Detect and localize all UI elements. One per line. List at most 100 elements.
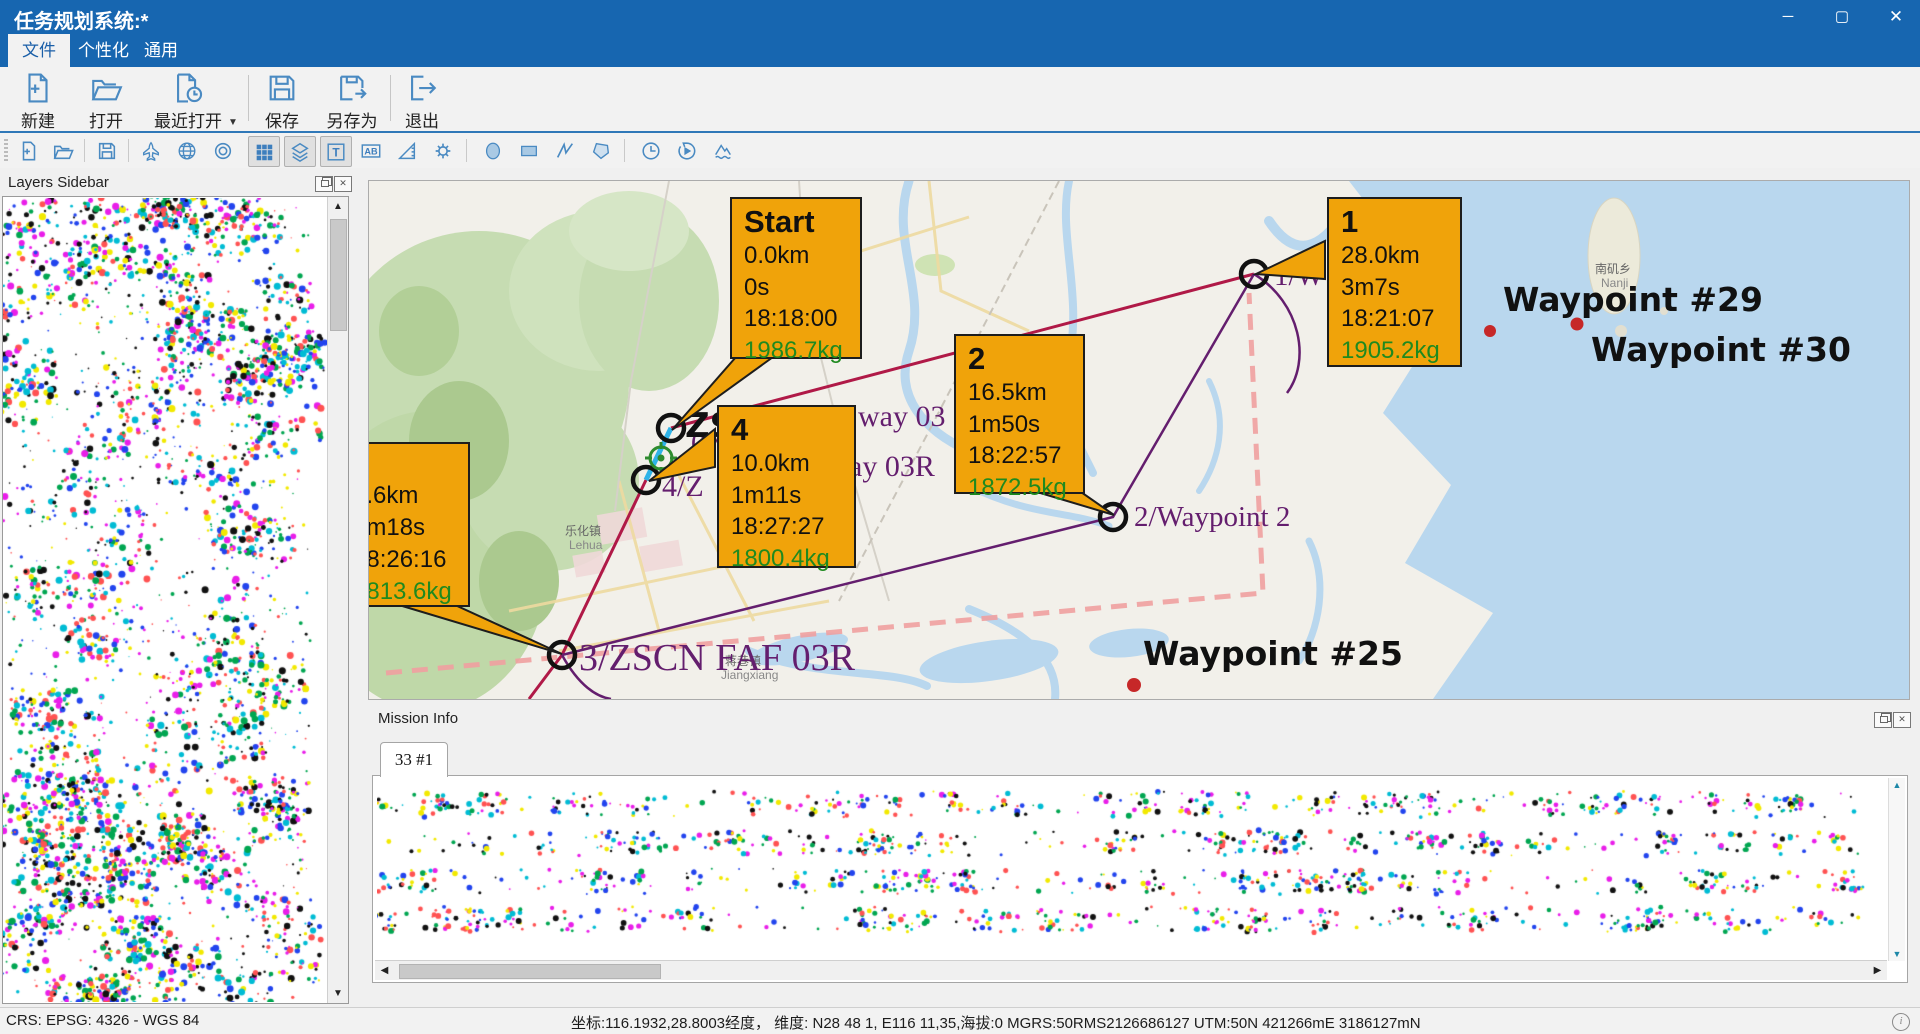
waypoint-29-label: Waypoint #29 bbox=[1503, 280, 1763, 319]
tb-label-icon[interactable]: AB bbox=[356, 136, 386, 165]
menu-bar: 文件 个性化 通用 bbox=[0, 34, 1920, 67]
tb-ellipse-icon[interactable] bbox=[478, 136, 508, 165]
callout-distance: 9.6km bbox=[368, 480, 458, 512]
waypoint-dot[interactable] bbox=[1484, 325, 1496, 337]
tb-save-icon[interactable] bbox=[92, 136, 122, 165]
callout-start[interactable]: Start 0.0km 0s 18:18:00 1986.7kg bbox=[730, 197, 862, 359]
tb-open-folder-icon[interactable] bbox=[48, 136, 78, 165]
close-button[interactable]: ✕ bbox=[1874, 0, 1918, 33]
callout-title: Start bbox=[744, 204, 850, 240]
callout-fuel: 1872.5kg bbox=[968, 472, 1073, 504]
scroll-left-icon[interactable]: ◀ bbox=[375, 961, 394, 980]
scroll-right-icon[interactable]: ▶ bbox=[1868, 961, 1887, 980]
save-button[interactable]: 保存 bbox=[265, 71, 299, 132]
waypoint-30-label: Waypoint #30 bbox=[1591, 330, 1851, 369]
tb-new-file-icon[interactable] bbox=[14, 136, 44, 165]
tab-file[interactable]: 文件 bbox=[8, 34, 70, 67]
scroll-up-icon[interactable]: ▲ bbox=[328, 197, 348, 216]
callout-duration: 1m50s bbox=[968, 409, 1073, 441]
mission-hscroll[interactable]: ◀ ▶ bbox=[375, 960, 1887, 980]
callout-3[interactable]: 9.6km 1m18s 18:26:16 1813.6kg bbox=[368, 442, 470, 607]
callout-title: 1 bbox=[1341, 204, 1450, 240]
tb-replay-icon[interactable] bbox=[672, 136, 702, 165]
ribbon-separator bbox=[390, 75, 391, 121]
minimize-button[interactable]: ─ bbox=[1766, 0, 1810, 33]
svg-text:way 03: way 03 bbox=[858, 400, 945, 433]
float-panel-icon[interactable] bbox=[1874, 712, 1892, 728]
tb-aircraft-icon[interactable] bbox=[136, 136, 166, 165]
mission-table[interactable]: ▲ ▼ ◀ ▶ bbox=[372, 775, 1908, 983]
layers-sidebar-title: Layers Sidebar bbox=[8, 174, 109, 191]
save-as-label: 另存为 bbox=[327, 107, 378, 132]
close-panel-icon[interactable]: ✕ bbox=[1893, 712, 1911, 728]
recent-file-icon bbox=[171, 71, 205, 105]
toolbar-grip[interactable] bbox=[4, 139, 8, 163]
svg-text:Lehua: Lehua bbox=[569, 538, 603, 552]
exit-label: 退出 bbox=[405, 107, 439, 132]
save-as-button[interactable]: 另存为 bbox=[327, 71, 378, 132]
tb-layers-toggle[interactable] bbox=[284, 136, 316, 167]
callout-2[interactable]: 2 16.5km 1m50s 18:22:57 1872.5kg bbox=[954, 334, 1085, 494]
layers-list[interactable]: ▲ ▼ bbox=[2, 196, 349, 1004]
toolbar-separator bbox=[624, 139, 625, 162]
tb-terrain-icon[interactable] bbox=[708, 136, 738, 165]
scroll-down-icon[interactable]: ▼ bbox=[1889, 947, 1905, 961]
save-label: 保存 bbox=[265, 107, 299, 132]
scroll-up-icon[interactable]: ▲ bbox=[1889, 778, 1905, 792]
scroll-down-icon[interactable]: ▼ bbox=[328, 984, 348, 1003]
mission-tab[interactable]: 33 #1 bbox=[380, 742, 448, 777]
svg-text:ay 03R: ay 03R bbox=[849, 450, 935, 483]
tb-polygon-icon[interactable] bbox=[586, 136, 616, 165]
new-file-icon bbox=[21, 71, 55, 105]
callout-distance: 10.0km bbox=[731, 448, 844, 480]
layers-redacted-content bbox=[3, 198, 327, 1002]
tb-measure-icon[interactable] bbox=[392, 136, 422, 165]
map-view[interactable]: 南矶乡 Nanji 乐化镇 Lehua 蒋巷镇 Jiangxiang Waypo… bbox=[368, 180, 1910, 700]
callout-title: 4 bbox=[731, 412, 844, 448]
tab-general[interactable]: 通用 bbox=[130, 34, 192, 67]
tb-target-icon[interactable] bbox=[208, 136, 238, 165]
scroll-thumb[interactable] bbox=[330, 219, 347, 331]
tb-globe-icon[interactable] bbox=[172, 136, 202, 165]
open-button[interactable]: 打开 bbox=[89, 71, 123, 132]
callout-duration: 3m7s bbox=[1341, 272, 1450, 304]
new-button[interactable]: 新建 bbox=[21, 71, 55, 132]
toolbar-separator bbox=[84, 139, 85, 162]
scroll-thumb[interactable] bbox=[399, 964, 661, 979]
waypoint-dot[interactable] bbox=[1127, 678, 1141, 692]
callout-distance: 0.0km bbox=[744, 240, 850, 272]
tb-polyline-icon[interactable] bbox=[550, 136, 580, 165]
callout-4[interactable]: 4 10.0km 1m11s 18:27:27 1800.4kg bbox=[717, 405, 856, 568]
mission-vscroll[interactable]: ▲ ▼ bbox=[1888, 778, 1905, 961]
exit-button[interactable]: 退出 bbox=[405, 71, 439, 132]
info-icon[interactable]: i bbox=[1892, 1013, 1910, 1031]
svg-text:3/ZSCN FAF 03R: 3/ZSCN FAF 03R bbox=[579, 637, 856, 679]
sidebar-scrollbar[interactable]: ▲ ▼ bbox=[327, 197, 348, 1003]
svg-text:AB: AB bbox=[364, 146, 378, 156]
application-window: 任务规划系统:* ─ ▢ ✕ 文件 个性化 通用 新建 打开 bbox=[0, 0, 1920, 1034]
callout-duration: 1m18s bbox=[368, 512, 458, 544]
close-panel-icon[interactable]: ✕ bbox=[334, 176, 352, 192]
tb-clock-icon[interactable] bbox=[636, 136, 666, 165]
maximize-button[interactable]: ▢ bbox=[1820, 0, 1864, 33]
tb-settings-icon[interactable] bbox=[428, 136, 458, 165]
map-canvas: 南矶乡 Nanji 乐化镇 Lehua 蒋巷镇 Jiangxiang Waypo… bbox=[369, 181, 1909, 699]
window-title: 任务规划系统:* bbox=[14, 5, 148, 34]
svg-text:2/Waypoint 2: 2/Waypoint 2 bbox=[1134, 501, 1290, 533]
svg-text:T: T bbox=[332, 145, 340, 159]
recent-dropdown-arrow[interactable]: ▼ bbox=[228, 117, 238, 128]
tb-grid-toggle[interactable] bbox=[248, 136, 280, 167]
waypoint-25-label: Waypoint #25 bbox=[1143, 634, 1403, 673]
tb-rectangle-icon[interactable] bbox=[514, 136, 544, 165]
callout-title: 2 bbox=[968, 341, 1073, 377]
callout-fuel: 1800.4kg bbox=[731, 543, 844, 575]
recent-open-button[interactable]: 最近打开 bbox=[154, 71, 222, 132]
title-bar: 任务规划系统:* ─ ▢ ✕ bbox=[0, 0, 1920, 34]
save-as-icon bbox=[335, 71, 369, 105]
callout-time: 18:22:57 bbox=[968, 440, 1073, 472]
tb-text-toggle[interactable]: T bbox=[320, 136, 352, 167]
waypoint-dot[interactable] bbox=[1571, 318, 1584, 331]
float-panel-icon[interactable] bbox=[315, 176, 333, 192]
ribbon: 新建 打开 最近打开 ▼ 保存 bbox=[0, 67, 1920, 133]
callout-1[interactable]: 1 28.0km 3m7s 18:21:07 1905.2kg bbox=[1327, 197, 1462, 367]
